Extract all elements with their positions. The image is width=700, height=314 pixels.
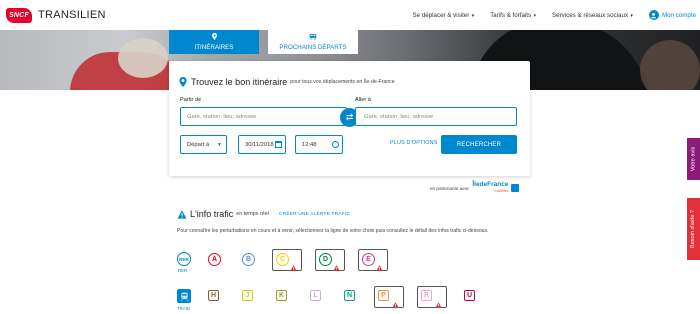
line-n-icon[interactable]: N — [344, 290, 355, 301]
brand-title[interactable]: TRANSILIEN — [38, 9, 106, 21]
warning-icon — [177, 209, 187, 219]
line-j-icon[interactable]: J — [242, 290, 253, 301]
user-icon — [648, 10, 659, 20]
line-u-icon[interactable]: U — [464, 290, 475, 301]
line-l-icon[interactable]: L — [310, 290, 321, 301]
train-icon — [309, 33, 317, 43]
partner-name: ÎledeFrance — [472, 181, 509, 188]
swap-arrows-icon: ⇄ — [345, 112, 354, 122]
hero-photo-detail — [118, 38, 168, 78]
line-k-icon[interactable]: K — [276, 290, 287, 301]
chevron-down-icon: ▼ — [217, 141, 222, 148]
pin-icon — [211, 33, 217, 43]
partner-mention: en partenariat avec ÎledeFrance mobilité… — [430, 181, 520, 194]
train-mode-label: TRAIN — [177, 306, 190, 311]
line-d-icon[interactable]: D — [319, 253, 332, 266]
line-e-icon[interactable]: E — [362, 253, 375, 266]
warning-icon — [392, 295, 399, 308]
line-b-icon[interactable]: B — [242, 253, 255, 266]
tab-prochains-departs-label: PROCHAINS DÉPARTS — [279, 44, 347, 51]
line-a-icon[interactable]: A — [208, 253, 221, 266]
chevron-down-icon: ▾ — [629, 12, 633, 19]
info-trafic-subtitle: en temps réel — [236, 211, 269, 217]
idf-mobilites-icon — [511, 184, 520, 192]
clock-icon — [332, 141, 339, 148]
chevron-down-icon: ▾ — [470, 12, 475, 19]
line-c-icon[interactable]: C — [276, 253, 289, 266]
info-trafic-description: Pour connaître les perturbations en cour… — [177, 228, 489, 234]
account-label: Mon compte — [661, 11, 696, 19]
info-trafic-title: L'info trafic — [190, 209, 234, 219]
tab-itineraires[interactable]: ITINÉRAIRES — [169, 30, 259, 54]
main-nav: Se déplacer & visiter ▾ Tarifs & forfait… — [413, 0, 700, 30]
pin-icon — [179, 77, 187, 87]
line-p-icon[interactable]: P — [378, 290, 389, 301]
search-title-sub: pour tous vos déplacements en Île-de-Fra… — [290, 79, 395, 85]
search-title: Trouvez le bon itinéraire pour tous vos … — [179, 77, 395, 87]
train-mode-icon[interactable] — [177, 289, 191, 303]
nav-item-services[interactable]: Services & réseaux sociaux ▾ — [552, 12, 633, 19]
rer-mode-label: RER — [178, 268, 188, 273]
warning-icon — [333, 258, 340, 271]
hero-photo-face — [640, 40, 700, 90]
train-icon — [180, 292, 188, 301]
calendar-icon — [275, 141, 282, 148]
chevron-down-icon: ▾ — [532, 12, 537, 19]
search-button[interactable]: RECHERCHER — [441, 135, 517, 154]
warning-icon — [435, 295, 442, 308]
warning-icon — [376, 258, 383, 271]
time-input[interactable]: 12:48 — [295, 135, 343, 154]
date-input[interactable]: 30/11/2018 — [238, 135, 286, 154]
nav-item-tarifs[interactable]: Tarifs & forfaits ▾ — [490, 12, 536, 19]
departure-mode-select[interactable]: Départ à ▼ — [180, 135, 227, 154]
site-header: SNCF TRANSILIEN Se déplacer & visiter ▾ … — [0, 0, 700, 30]
help-side-tab[interactable]: Besoin d'aide ? — [687, 198, 700, 260]
itinerary-search-card: Trouvez le bon itinéraire pour tous vos … — [169, 61, 530, 176]
nav-item-se-deplacer[interactable]: Se déplacer & visiter ▾ — [413, 12, 475, 19]
partner-subname: mobilités — [494, 189, 509, 193]
sncf-logo[interactable]: SNCF — [6, 7, 32, 23]
feedback-side-tab[interactable]: Votre avis — [687, 138, 700, 180]
idf-mobilites-logo[interactable]: ÎledeFrance mobilités — [472, 181, 509, 194]
more-options-link[interactable]: PLUS D'OPTIONS — [390, 140, 438, 146]
help-label: Besoin d'aide ? — [690, 209, 697, 249]
line-r-icon[interactable]: R — [421, 290, 432, 301]
to-input[interactable]: Gare, station, lieu, adresse — [355, 107, 517, 126]
rer-badge-text: RER — [179, 256, 189, 262]
search-title-main: Trouvez le bon itinéraire — [191, 77, 288, 87]
account-link[interactable]: Mon compte — [648, 10, 696, 20]
departure-mode-value: Départ à — [187, 141, 210, 148]
from-input[interactable]: Gare, station, lieu, adresse — [180, 107, 347, 126]
warning-icon — [290, 258, 297, 271]
feedback-label: Votre avis — [690, 146, 697, 172]
from-label: Partir de — [180, 97, 202, 103]
partner-text: en partenariat avec — [430, 185, 470, 191]
time-value: 12:48 — [302, 141, 317, 148]
date-value: 30/11/2018 — [245, 141, 274, 148]
to-label: Aller à — [355, 97, 371, 103]
rer-mode-icon[interactable]: RER — [177, 252, 191, 266]
create-alert-link[interactable]: CRÉER UNE ALERTE TRAFIC — [279, 212, 350, 217]
tab-prochains-departs[interactable]: PROCHAINS DÉPARTS — [268, 30, 358, 54]
info-trafic-header: L'info trafic en temps réel CRÉER UNE AL… — [177, 209, 350, 219]
tab-itineraires-label: ITINÉRAIRES — [194, 44, 234, 51]
line-h-icon[interactable]: H — [208, 290, 219, 301]
